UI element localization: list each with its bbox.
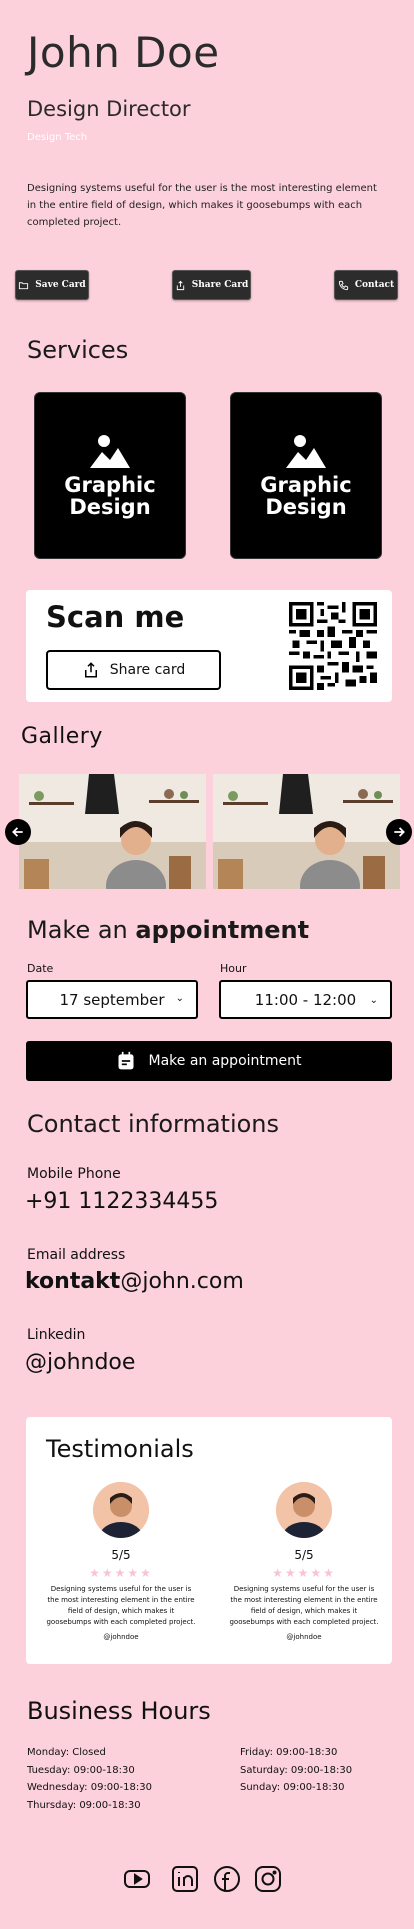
- date-label: Date: [27, 962, 54, 975]
- appointment-heading: Make an appointment: [27, 916, 310, 944]
- calendar-icon: [118, 1051, 134, 1070]
- testimonial-handle: @johndoe: [103, 1633, 139, 1641]
- gallery-image[interactable]: [213, 774, 400, 889]
- share-card-qr-button[interactable]: Share card: [46, 650, 221, 690]
- gallery-next-button[interactable]: [386, 819, 412, 845]
- business-hours-heading: Business Hours: [27, 1697, 211, 1725]
- linkedin-label: Linkedin: [27, 1327, 86, 1343]
- share-icon: [84, 662, 97, 678]
- chevron-down-icon: ⌄: [369, 995, 378, 1006]
- facebook-icon[interactable]: [213, 1865, 241, 1893]
- arrow-left-icon: [12, 827, 23, 837]
- hours-right: Friday: 09:00-18:30 Saturday: 09:00-18:3…: [240, 1747, 353, 1793]
- testimonial-item: 5/5 ★★★★★ Designing systems useful for t…: [46, 1482, 196, 1641]
- testimonials-card: Testimonials 5/5 ★★★★★ Designing systems…: [26, 1417, 392, 1664]
- service-label: Graphic Design: [64, 472, 156, 519]
- linkedin-value[interactable]: @johndoe: [25, 1350, 135, 1375]
- avatar: [276, 1482, 332, 1538]
- folder-icon: [19, 281, 29, 289]
- testimonial-item: 5/5 ★★★★★ Designing systems useful for t…: [229, 1482, 379, 1641]
- service-card[interactable]: Graphic Design: [34, 392, 186, 559]
- star-rating: ★★★★★: [272, 1566, 336, 1580]
- avatar: [93, 1482, 149, 1538]
- rating: 5/5: [294, 1548, 314, 1562]
- share-icon: [176, 280, 184, 290]
- testimonials-heading: Testimonials: [46, 1435, 194, 1463]
- profile-title: Design Director: [27, 97, 191, 121]
- gallery-heading: Gallery: [21, 724, 103, 749]
- qr-code: [289, 602, 377, 690]
- rating: 5/5: [111, 1548, 131, 1562]
- service-label: Graphic Design: [260, 472, 352, 519]
- company-name: Design Tech: [27, 132, 88, 143]
- hours-left: Monday: Closed Tuesday: 09:00-18:30 Wedn…: [27, 1747, 152, 1811]
- phone-icon: [338, 280, 348, 290]
- testimonial-text: Designing systems useful for the user is…: [46, 1585, 196, 1626]
- testimonial-handle: @johndoe: [286, 1633, 322, 1641]
- save-card-button[interactable]: Save Card: [15, 270, 89, 300]
- make-appointment-button[interactable]: Make an appointment: [26, 1041, 392, 1081]
- hour-label: Hour: [220, 962, 247, 975]
- phone-label: Mobile Phone: [27, 1166, 121, 1182]
- chevron-down-icon: ⌄: [175, 993, 184, 1004]
- image-icon: [286, 434, 326, 468]
- profile-bio: Designing systems useful for the user is…: [27, 183, 377, 228]
- services-heading: Services: [27, 336, 129, 364]
- star-rating: ★★★★★: [89, 1566, 153, 1580]
- youtube-icon[interactable]: [123, 1865, 151, 1893]
- gallery-prev-button[interactable]: [5, 819, 31, 845]
- testimonial-text: Designing systems useful for the user is…: [229, 1585, 379, 1626]
- arrow-right-icon: [394, 827, 405, 837]
- email-value[interactable]: kontakt@john.com: [25, 1269, 244, 1294]
- gallery-image[interactable]: [19, 774, 206, 889]
- profile-name: John Doe: [27, 28, 220, 77]
- image-icon: [90, 434, 130, 468]
- contact-heading: Contact informations: [27, 1110, 280, 1138]
- phone-value[interactable]: +91 1122334455: [25, 1189, 218, 1214]
- email-label: Email address: [27, 1247, 126, 1263]
- contact-button[interactable]: Contact: [334, 270, 398, 300]
- instagram-icon[interactable]: [254, 1865, 282, 1893]
- business-card-page: John Doe Design Director Design Tech Des…: [0, 0, 414, 1929]
- scan-card: Scan me Share card: [26, 590, 392, 702]
- date-select[interactable]: 17 september ⌄: [26, 980, 198, 1019]
- hour-select[interactable]: 11:00 - 12:00 ⌄: [219, 980, 392, 1019]
- share-card-button[interactable]: Share Card: [172, 270, 251, 300]
- scan-title: Scan me: [46, 600, 185, 634]
- linkedin-icon[interactable]: [171, 1865, 199, 1893]
- service-card[interactable]: Graphic Design: [230, 392, 382, 559]
